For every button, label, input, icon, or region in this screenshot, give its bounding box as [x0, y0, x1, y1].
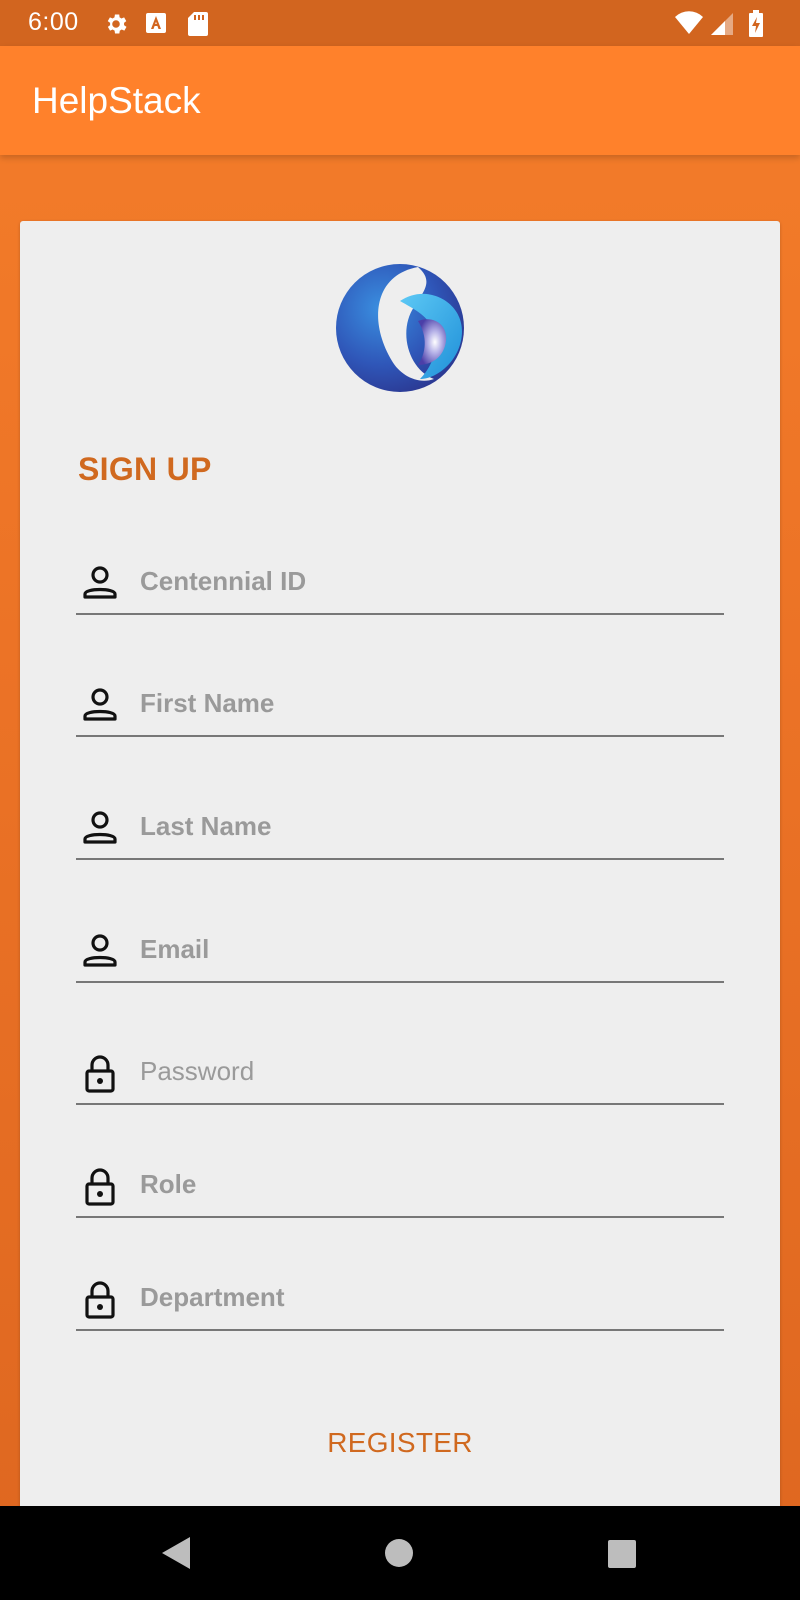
- password-input[interactable]: [140, 1049, 710, 1093]
- status-bar: 6:00: [0, 0, 800, 46]
- cell-signal-icon: [710, 10, 734, 41]
- person-icon: [83, 566, 117, 599]
- status-system-icons: [674, 10, 774, 38]
- centennial-id-field: [76, 551, 724, 615]
- email-field: [76, 919, 724, 983]
- first-name-field: [76, 673, 724, 737]
- app-title: HelpStack: [32, 80, 201, 121]
- last-name-input[interactable]: [140, 804, 710, 848]
- lock-icon: [85, 1168, 115, 1206]
- sd-card-icon: [187, 11, 209, 42]
- recents-icon[interactable]: [607, 1539, 637, 1574]
- lock-icon: [85, 1281, 115, 1319]
- wifi-icon: [674, 10, 704, 41]
- centennial-id-input[interactable]: [140, 559, 710, 603]
- signup-title: SIGN UP: [78, 451, 212, 487]
- password-field: [76, 1041, 724, 1105]
- lock-icon: [85, 1055, 115, 1093]
- role-field: [76, 1154, 724, 1218]
- home-icon[interactable]: [384, 1538, 414, 1573]
- department-field: [76, 1267, 724, 1331]
- app-bar: HelpStack: [0, 46, 800, 155]
- person-icon: [83, 934, 117, 967]
- last-name-field: [76, 796, 724, 860]
- first-name-input[interactable]: [140, 681, 710, 725]
- back-icon[interactable]: [160, 1535, 192, 1576]
- status-time: 6:00: [28, 8, 79, 36]
- navigation-bar: [0, 1506, 800, 1600]
- gear-icon: [103, 11, 129, 42]
- register-button[interactable]: REGISTER: [300, 1419, 500, 1467]
- battery-charging-icon: [748, 10, 764, 43]
- person-icon: [83, 811, 117, 844]
- font-a-icon: [145, 11, 167, 40]
- person-icon: [83, 688, 117, 721]
- department-input[interactable]: [140, 1275, 710, 1319]
- helpstack-logo: [334, 261, 466, 395]
- signup-card: SIGN UP Centennial ID First Name Last Na…: [20, 221, 780, 1511]
- role-input[interactable]: [140, 1162, 710, 1206]
- email-input[interactable]: [140, 927, 710, 971]
